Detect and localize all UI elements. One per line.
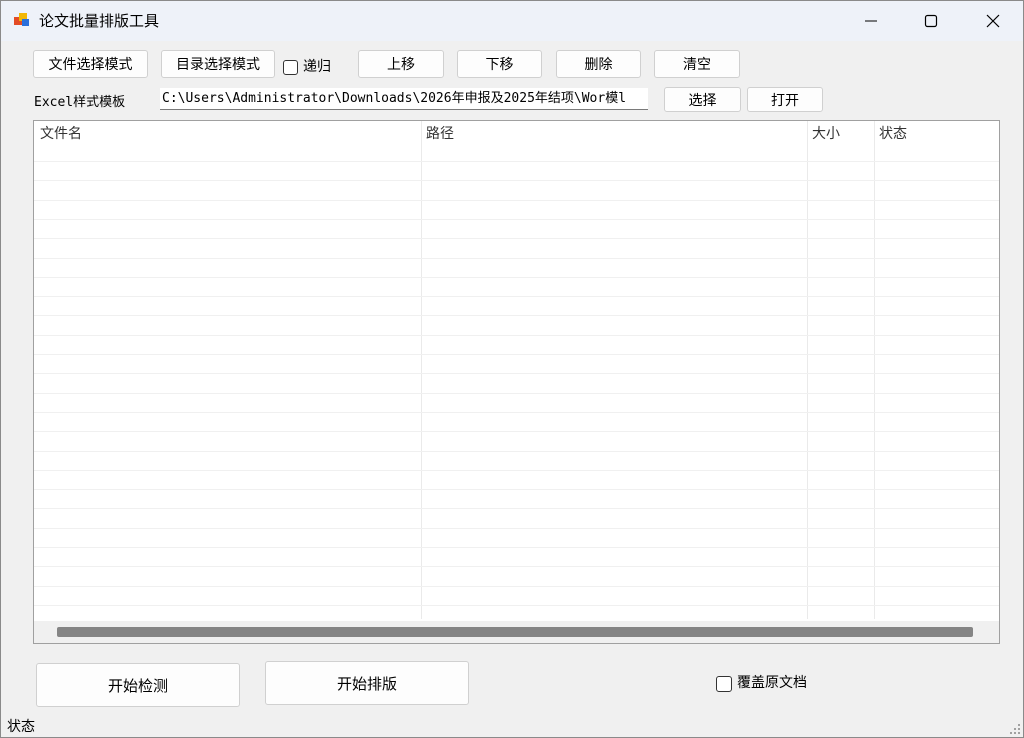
row-separator [34, 334, 999, 336]
row-separator [34, 218, 999, 220]
row-separator [34, 566, 999, 568]
row-separator [34, 373, 999, 375]
column-header-status[interactable]: 状态 [879, 123, 907, 143]
row-separator [34, 180, 999, 182]
row-separator [34, 431, 999, 433]
select-template-button[interactable]: 选择 [664, 87, 741, 112]
minimize-button[interactable] [841, 1, 901, 41]
app-window: 论文批量排版工具 文件选择模式 目录选择模式 递归 上移 下移 删除 清空 Ex… [0, 0, 1024, 738]
row-separator [34, 450, 999, 452]
column-header-size[interactable]: 大小 [812, 123, 840, 143]
row-separator [34, 276, 999, 278]
column-divider [874, 121, 875, 619]
horizontal-scrollbar[interactable] [34, 621, 999, 643]
dir-mode-button[interactable]: 目录选择模式 [161, 50, 275, 78]
minimize-icon [865, 20, 877, 22]
recursive-label: 递归 [303, 59, 331, 75]
overwrite-label: 覆盖原文档 [737, 675, 807, 691]
title-bar[interactable]: 论文批量排版工具 [1, 1, 1023, 41]
column-header-path[interactable]: 路径 [426, 123, 454, 143]
recursive-checkbox[interactable] [283, 60, 298, 75]
row-separator [34, 296, 999, 298]
open-template-button[interactable]: 打开 [747, 87, 823, 112]
row-separator [34, 489, 999, 491]
row-separator [34, 547, 999, 548]
column-divider [421, 121, 422, 619]
maximize-icon [924, 14, 938, 28]
row-separator [34, 238, 999, 240]
template-label: Excel样式模板 [34, 95, 126, 110]
move-up-button[interactable]: 上移 [358, 50, 444, 78]
scrollbar-thumb[interactable] [57, 627, 973, 637]
clear-button[interactable]: 清空 [654, 50, 740, 78]
template-path-input[interactable]: C:\Users\Administrator\Downloads\2026年申报… [160, 88, 648, 110]
row-separator [34, 354, 999, 355]
app-icon [14, 13, 29, 26]
delete-button[interactable]: 删除 [556, 50, 641, 78]
row-separator [34, 161, 999, 162]
overwrite-checkbox[interactable] [716, 676, 732, 692]
status-text: 状态 [7, 719, 35, 735]
row-separator [34, 411, 999, 413]
row-separator [34, 585, 999, 587]
start-check-button[interactable]: 开始检测 [36, 663, 240, 707]
row-separator [34, 527, 999, 529]
move-down-button[interactable]: 下移 [457, 50, 542, 78]
column-header-filename[interactable]: 文件名 [40, 123, 82, 143]
file-list[interactable]: 文件名 路径 大小 状态 [33, 120, 1000, 644]
status-bar: 状态 [1, 713, 1023, 737]
start-format-button[interactable]: 开始排版 [265, 661, 469, 705]
row-separator [34, 199, 999, 201]
column-divider [807, 121, 808, 619]
row-separator [34, 257, 999, 259]
row-separator [34, 604, 999, 606]
row-separator [34, 469, 999, 471]
row-separator [34, 315, 999, 317]
row-separator [34, 392, 999, 394]
file-mode-button[interactable]: 文件选择模式 [33, 50, 148, 78]
window-title: 论文批量排版工具 [39, 12, 160, 30]
resize-grip-icon[interactable] [1009, 723, 1021, 735]
row-separator [34, 508, 999, 510]
close-icon [986, 14, 1000, 28]
maximize-button[interactable] [901, 1, 961, 41]
close-button[interactable] [963, 1, 1023, 41]
